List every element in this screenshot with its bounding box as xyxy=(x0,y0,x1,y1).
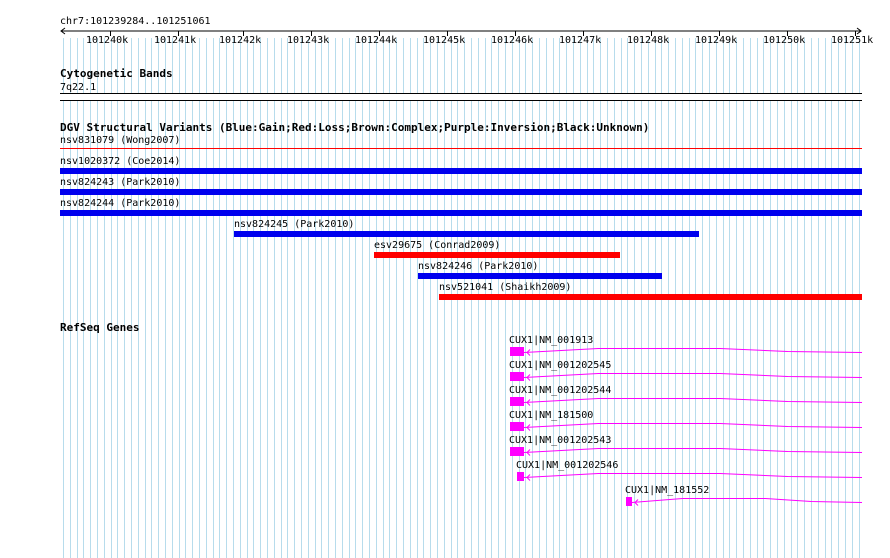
ruler-tick-label: 101242k xyxy=(219,35,262,46)
dgv-variant-bar[interactable] xyxy=(60,148,862,149)
cytoband-bar[interactable] xyxy=(60,93,862,101)
dgv-variant-bar[interactable] xyxy=(60,210,862,216)
ruler-tick-label: 101245k xyxy=(423,35,466,46)
ruler-tick-label: 101248k xyxy=(627,35,670,46)
ruler-tick-label: 101246k xyxy=(491,35,534,46)
ruler-tick-label: 101241k xyxy=(154,35,197,46)
dgv-variant-bar[interactable] xyxy=(374,252,620,258)
dgv-variant-bar[interactable] xyxy=(234,231,699,237)
cytoband-track-title: Cytogenetic Bands xyxy=(60,67,173,80)
dgv-variant-bar[interactable] xyxy=(60,168,862,174)
dgv-variant-bar[interactable] xyxy=(418,273,662,279)
gridlines xyxy=(63,38,860,558)
dgv-variant-bar[interactable] xyxy=(439,294,862,300)
refseq-gene-label: CUX1|NM_181552 xyxy=(625,485,710,496)
dgv-variant-label: nsv824244 (Park2010) xyxy=(60,198,181,209)
cytoband-label: 7q22.1 xyxy=(60,82,97,93)
refseq-gene-label: CUX1|NM_001202545 xyxy=(509,360,612,371)
dgv-variant-label: nsv824243 (Park2010) xyxy=(60,177,181,188)
dgv-variant-label: nsv521041 (Shaikh2009) xyxy=(439,282,572,293)
refseq-gene-label: CUX1|NM_001202544 xyxy=(509,385,612,396)
ruler-tick-label: 101240k xyxy=(86,35,129,46)
dgv-track-title: DGV Structural Variants (Blue:Gain;Red:L… xyxy=(60,121,650,134)
ruler-tick-label: 101243k xyxy=(287,35,330,46)
ruler-tick-label: 101244k xyxy=(355,35,398,46)
refseq-gene-label: CUX1|NM_001202543 xyxy=(509,435,612,446)
ruler-tick-label: 101251k xyxy=(831,35,874,46)
dgv-variant-bar[interactable] xyxy=(60,189,862,195)
ruler-tick-label: 101249k xyxy=(695,35,738,46)
ruler-tick-label: 101247k xyxy=(559,35,602,46)
dgv-variant-label: esv29675 (Conrad2009) xyxy=(374,240,501,251)
dgv-variant-label: nsv824246 (Park2010) xyxy=(418,261,539,272)
refseq-track-title: RefSeq Genes xyxy=(60,321,140,334)
refseq-gene-label: CUX1|NM_181500 xyxy=(509,410,594,421)
dgv-variant-label: nsv1020372 (Coe2014) xyxy=(60,156,181,167)
dgv-variant-label: nsv831079 (Wong2007) xyxy=(60,135,181,146)
dgv-variant-label: nsv824245 (Park2010) xyxy=(234,219,355,230)
refseq-gene-label: CUX1|NM_001913 xyxy=(509,335,594,346)
refseq-gene-label: CUX1|NM_001202546 xyxy=(516,460,619,471)
ruler-tick-label: 101250k xyxy=(763,35,806,46)
